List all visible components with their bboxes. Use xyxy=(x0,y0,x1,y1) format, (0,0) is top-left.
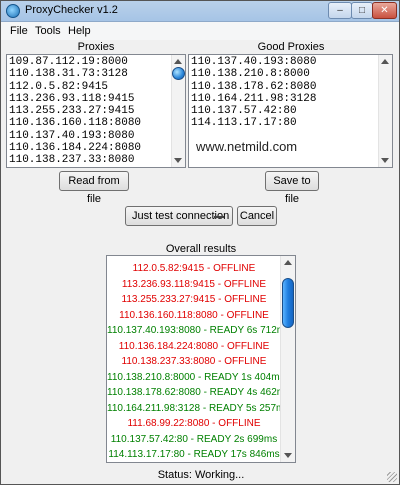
app-logo-icon xyxy=(6,4,20,18)
result-line: 112.0.5.82:9415 - OFFLINE xyxy=(132,263,256,274)
scroll-thumb[interactable] xyxy=(172,67,185,80)
cancel-button[interactable]: Cancel xyxy=(237,206,277,226)
good-proxy-line: 110.138.178.62:8080 xyxy=(191,80,317,93)
result-line: 110.137.57.42:80 - READY 2s 699ms xyxy=(110,433,278,445)
good-proxies-list: 110.137.40.193:8080 110.138.210.8:8000 1… xyxy=(191,56,316,130)
scroll-up-arrow-icon[interactable] xyxy=(174,59,182,64)
good-proxy-line: 110.164.211.98:3128 xyxy=(191,92,317,105)
result-line: 114.113.17.17:80 - READY 17s 846ms xyxy=(108,449,280,460)
result-line: 111.68.99.22:8080 - OFFLINE xyxy=(127,418,261,429)
result-line: 110.138.210.8:8000 - READY 1s 404ms xyxy=(107,371,285,383)
menu-help[interactable]: Help xyxy=(68,25,91,37)
proxy-line: 113.255.233.27:9415 xyxy=(9,105,135,118)
scroll-up-arrow-icon[interactable] xyxy=(284,260,292,265)
result-line: 110.137.40.193:8080 - READY 6s 712ms xyxy=(107,325,291,336)
minimize-button[interactable]: – xyxy=(328,2,352,19)
menu-bar: File Tools Help xyxy=(1,22,399,40)
proxy-line: 113.236.93.118:9415 xyxy=(9,92,135,105)
test-mode-dropdown[interactable]: Just test connection xyxy=(125,206,233,226)
proxies-label: Proxies xyxy=(77,41,115,53)
result-line: 110.138.237.33:8080 - OFFLINE xyxy=(121,356,267,367)
title-bar[interactable]: ProxyChecker v1.2 – □ ✕ xyxy=(1,1,399,22)
resize-grip-icon[interactable] xyxy=(387,472,397,482)
proxy-line: 112.0.5.82:9415 xyxy=(9,80,109,93)
close-button[interactable]: ✕ xyxy=(372,2,397,19)
menu-file[interactable]: File xyxy=(10,25,28,37)
dropdown-caret-icon xyxy=(214,216,224,218)
scroll-thumb[interactable] xyxy=(282,278,294,328)
proxies-textbox[interactable]: 109.87.112.19:8000 110.138.31.73:3128 11… xyxy=(6,54,186,168)
scroll-up-arrow-icon[interactable] xyxy=(381,59,389,64)
proxy-line: 110.138.31.73:3128 xyxy=(9,68,128,81)
good-proxy-line: 114.113.17.17:80 xyxy=(191,117,297,130)
watermark-text: www.netmild.com xyxy=(196,139,298,154)
results-list[interactable]: 112.0.5.82:9415 - OFFLINE 113.236.93.118:… xyxy=(106,255,296,463)
proxy-line: 110.136.184.224:8080 xyxy=(9,142,142,155)
scroll-down-arrow-icon[interactable] xyxy=(174,158,182,163)
good-proxies-scrollbar[interactable] xyxy=(378,55,392,167)
good-proxies-label: Good Proxies xyxy=(257,41,325,53)
overall-results-label: Overall results xyxy=(165,243,237,255)
proxy-line: 110.137.40.193:8080 xyxy=(9,129,135,142)
result-line: 110.136.160.118:8080 - OFFLINE xyxy=(119,309,269,321)
result-line: 113.255.233.27:9415 - OFFLINE xyxy=(121,294,267,305)
proxy-line: 110.136.160.118:8080 xyxy=(9,117,142,130)
proxy-line: 110.138.237.33:8080 xyxy=(9,154,135,167)
app-window: ProxyChecker v1.2 – □ ✕ File Tools Help … xyxy=(0,0,400,485)
results-scrollbar[interactable] xyxy=(280,256,295,462)
good-proxy-line: 110.137.40.193:8080 xyxy=(191,56,317,68)
scroll-down-arrow-icon[interactable] xyxy=(284,453,292,458)
scroll-down-arrow-icon[interactable] xyxy=(381,158,389,163)
proxies-scrollbar[interactable] xyxy=(171,55,185,167)
good-proxy-line: 110.137.57.42:80 xyxy=(191,105,297,118)
results-lines: 112.0.5.82:9415 - OFFLINE 113.236.93.118:… xyxy=(107,261,291,462)
window-title: ProxyChecker v1.2 xyxy=(25,4,118,16)
read-from-file-button[interactable]: Read from file xyxy=(59,171,129,205)
status-text: Status: Working... xyxy=(157,469,245,481)
proxy-line: 109.87.112.19:8000 xyxy=(9,56,128,68)
result-line: 113.236.93.118:9415 - OFFLINE xyxy=(121,278,267,290)
result-line: 110.136.184.224:8080 - OFFLINE xyxy=(118,340,270,352)
save-to-file-button[interactable]: Save to file xyxy=(265,171,319,205)
result-line: 110.164.211.98:3128 - READY 5s 257ms xyxy=(107,402,290,414)
proxies-list: 109.87.112.19:8000 110.138.31.73:3128 11… xyxy=(9,56,141,167)
good-proxy-line: 110.138.210.8:8000 xyxy=(191,68,310,81)
menu-tools[interactable]: Tools xyxy=(35,25,61,37)
result-line: 110.138.178.62:8080 - READY 4s 462ms xyxy=(107,387,291,398)
good-proxies-textbox[interactable]: 110.137.40.193:8080 110.138.210.8:8000 1… xyxy=(188,54,393,168)
maximize-button[interactable]: □ xyxy=(351,2,373,19)
